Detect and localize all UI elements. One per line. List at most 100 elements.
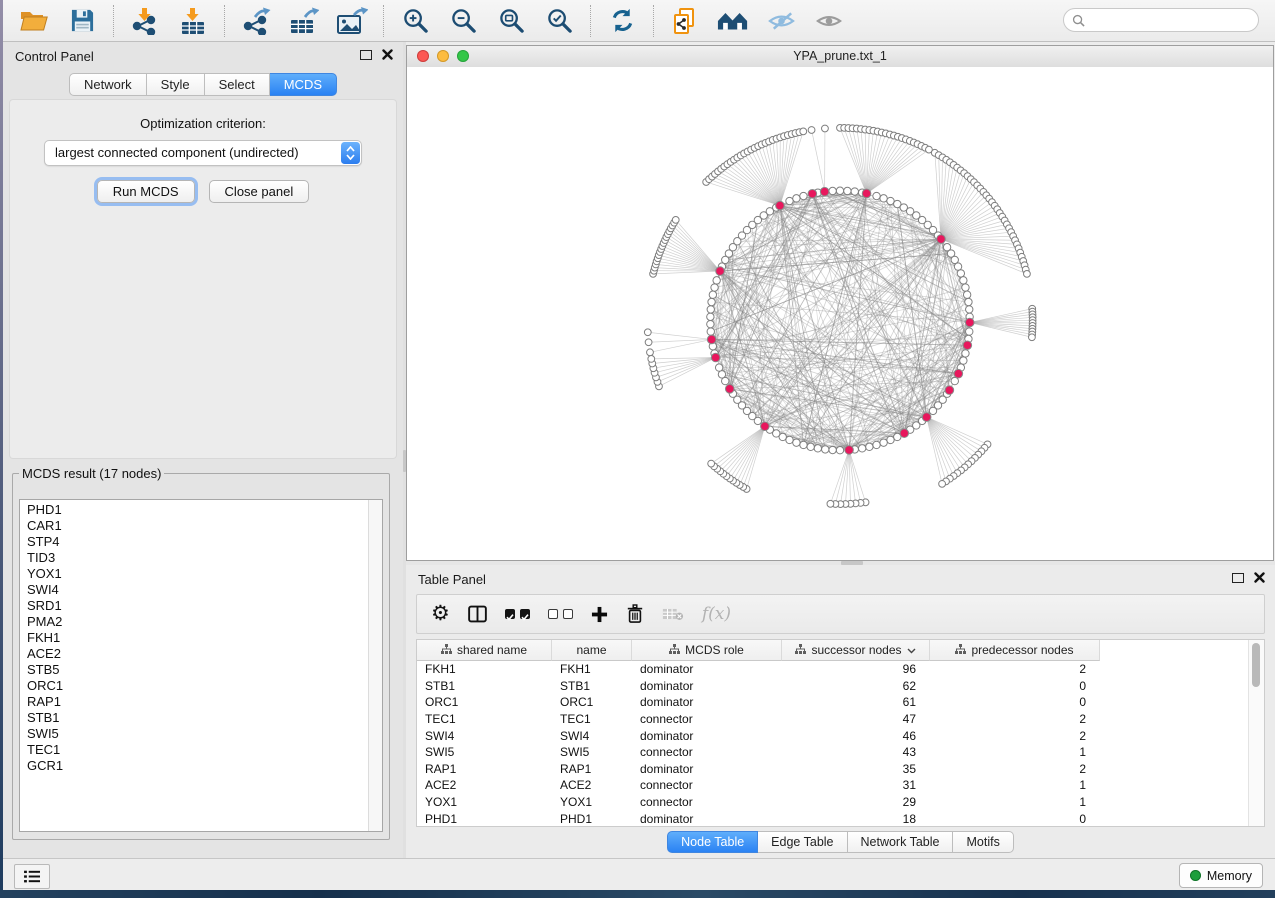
cell-mcds_role: dominator xyxy=(632,812,782,826)
cell-successor_nodes: 29 xyxy=(782,795,930,809)
cell-mcds_role: dominator xyxy=(632,762,782,776)
memory-button[interactable]: Memory xyxy=(1179,863,1263,888)
mcds-result-item[interactable]: SWI4 xyxy=(20,582,368,598)
table-row[interactable]: TEC1TEC1connector472 xyxy=(417,711,1249,728)
mcds-result-item[interactable]: STP4 xyxy=(20,534,368,550)
mcds-result-item[interactable]: SWI5 xyxy=(20,726,368,742)
table-row[interactable]: ORC1ORC1dominator610 xyxy=(417,694,1249,711)
tab-node-table[interactable]: Node Table xyxy=(667,831,758,853)
control-panel-title: Control Panel xyxy=(15,49,94,64)
mcds-result-listbox[interactable]: PHD1CAR1STP4TID3YOX1SWI4SRD1PMA2FKH1ACE2… xyxy=(19,499,383,832)
close-panel-button[interactable]: Close panel xyxy=(209,180,310,203)
cell-shared_name: PHD1 xyxy=(417,812,552,826)
home-windows-icon[interactable] xyxy=(717,6,749,36)
listbox-scrollbar[interactable] xyxy=(368,500,382,831)
table-row[interactable]: FKH1FKH1dominator962 xyxy=(417,661,1249,678)
zoom-selected-icon[interactable] xyxy=(543,6,575,36)
search-field[interactable] xyxy=(1063,8,1259,32)
hide-graphics-details-icon[interactable] xyxy=(765,6,797,36)
mcds-result-item[interactable]: TID3 xyxy=(20,550,368,566)
scrollbar-thumb[interactable] xyxy=(1252,643,1260,687)
close-panel-icon[interactable] xyxy=(382,49,393,60)
export-image-icon[interactable] xyxy=(336,6,368,36)
run-mcds-button[interactable]: Run MCDS xyxy=(97,180,195,203)
refresh-icon[interactable] xyxy=(606,6,638,36)
optimization-criterion-dropdown[interactable]: largest connected component (undirected) xyxy=(44,140,362,166)
tab-motifs[interactable]: Motifs xyxy=(953,831,1013,853)
column-header-predecessor-nodes[interactable]: predecessor nodes xyxy=(930,640,1100,661)
column-header-MCDS-role[interactable]: MCDS role xyxy=(632,640,782,661)
table-scrollbar[interactable] xyxy=(1248,640,1264,826)
table-row[interactable]: SWI4SWI4dominator462 xyxy=(417,727,1249,744)
mcds-result-item[interactable]: RAP1 xyxy=(20,694,368,710)
tab-style[interactable]: Style xyxy=(147,73,205,96)
unselect-all-columns-icon[interactable] xyxy=(548,609,573,619)
mcds-result-item[interactable]: TEC1 xyxy=(20,742,368,758)
cell-successor_nodes: 46 xyxy=(782,729,930,743)
export-network-icon[interactable] xyxy=(240,6,272,36)
delete-column-icon[interactable] xyxy=(626,604,644,624)
float-panel-icon[interactable] xyxy=(1232,573,1244,583)
tab-network-table[interactable]: Network Table xyxy=(848,831,954,853)
cell-predecessor_nodes: 0 xyxy=(930,695,1100,709)
mcds-result-item[interactable]: ACE2 xyxy=(20,646,368,662)
cell-successor_nodes: 96 xyxy=(782,662,930,676)
search-icon xyxy=(1072,14,1085,27)
table-row[interactable]: RAP1RAP1dominator352 xyxy=(417,761,1249,778)
tab-edge-table[interactable]: Edge Table xyxy=(758,831,847,853)
mcds-result-item[interactable]: YOX1 xyxy=(20,566,368,582)
column-header-successor-nodes[interactable]: successor nodes xyxy=(782,640,930,661)
cell-predecessor_nodes: 1 xyxy=(930,795,1100,809)
tab-network[interactable]: Network xyxy=(69,73,147,96)
network-window-titlebar[interactable]: YPA_prune.txt_1 xyxy=(407,46,1273,68)
mcds-result-item[interactable]: GCR1 xyxy=(20,758,368,774)
cell-name: RAP1 xyxy=(552,762,632,776)
table-row[interactable]: STB1STB1dominator620 xyxy=(417,678,1249,695)
column-header-name[interactable]: name xyxy=(552,640,632,661)
table-row[interactable]: ACE2ACE2connector311 xyxy=(417,777,1249,794)
cell-name: ORC1 xyxy=(552,695,632,709)
optimization-criterion-value: largest connected component (undirected) xyxy=(55,145,299,160)
cell-predecessor_nodes: 2 xyxy=(930,729,1100,743)
duplicate-network-icon[interactable] xyxy=(669,6,701,36)
tab-select[interactable]: Select xyxy=(205,73,270,96)
mcds-result-item[interactable]: FKH1 xyxy=(20,630,368,646)
show-graphics-details-icon[interactable] xyxy=(813,6,845,36)
import-network-icon[interactable] xyxy=(129,6,161,36)
table-settings-icon[interactable]: ⚙ xyxy=(431,604,450,624)
dropdown-stepper-icon xyxy=(341,142,360,164)
open-file-icon[interactable] xyxy=(18,6,50,36)
cell-shared_name: FKH1 xyxy=(417,662,552,676)
zoom-in-icon[interactable] xyxy=(399,6,431,36)
show-columns-icon[interactable] xyxy=(468,605,487,623)
column-header-shared-name[interactable]: shared name xyxy=(417,640,552,661)
zoom-fit-icon[interactable] xyxy=(495,6,527,36)
mcds-result-item[interactable]: PMA2 xyxy=(20,614,368,630)
mcds-result-item[interactable]: STB5 xyxy=(20,662,368,678)
zoom-out-icon[interactable] xyxy=(447,6,479,36)
mcds-result-item[interactable]: STB1 xyxy=(20,710,368,726)
close-panel-icon[interactable] xyxy=(1254,572,1265,583)
cell-name: YOX1 xyxy=(552,795,632,809)
mcds-result-item[interactable]: SRD1 xyxy=(20,598,368,614)
tab-mcds[interactable]: MCDS xyxy=(270,73,337,96)
table-row[interactable]: YOX1YOX1connector291 xyxy=(417,794,1249,811)
show-panels-button[interactable] xyxy=(14,864,50,889)
cell-name: PHD1 xyxy=(552,812,632,826)
mcds-result-item[interactable]: PHD1 xyxy=(20,502,368,518)
export-table-icon[interactable] xyxy=(288,6,320,36)
search-input[interactable] xyxy=(1089,10,1258,30)
mcds-result-item[interactable]: ORC1 xyxy=(20,678,368,694)
cell-successor_nodes: 35 xyxy=(782,762,930,776)
import-table-icon[interactable] xyxy=(177,6,209,36)
select-all-columns-icon[interactable] xyxy=(505,609,530,619)
float-panel-icon[interactable] xyxy=(360,50,372,60)
add-column-icon[interactable] xyxy=(591,606,608,623)
table-row[interactable]: SWI5SWI5connector431 xyxy=(417,744,1249,761)
table-toolbar: ⚙ f(x) xyxy=(416,594,1265,634)
mcds-result-item[interactable]: CAR1 xyxy=(20,518,368,534)
table-row[interactable]: PHD1PHD1dominator180 xyxy=(417,810,1249,827)
save-icon[interactable] xyxy=(66,6,98,36)
cell-shared_name: SWI5 xyxy=(417,745,552,759)
network-canvas[interactable] xyxy=(407,67,1273,560)
